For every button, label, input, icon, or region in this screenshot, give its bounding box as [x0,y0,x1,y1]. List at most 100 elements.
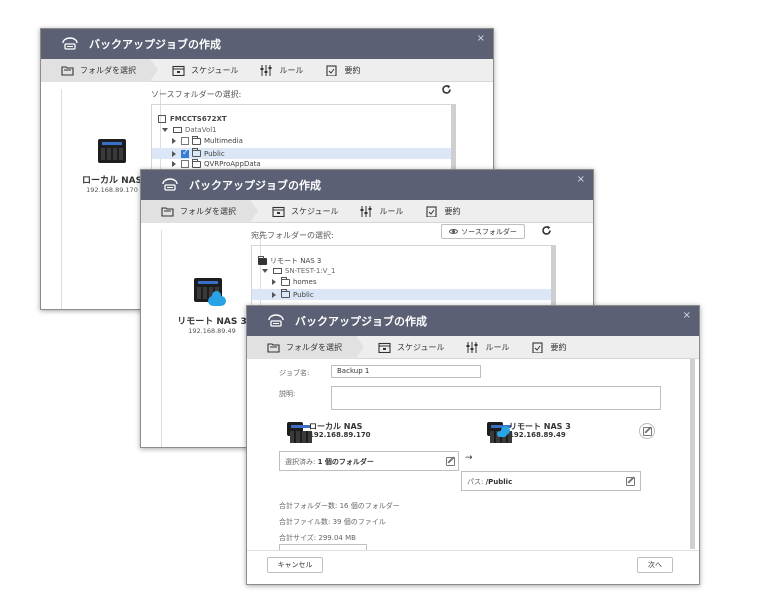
eye-icon [449,229,459,234]
folder-checkbox[interactable] [181,137,189,145]
source-folder-button-label: ソースフォルダー [461,228,517,236]
nas-small-icon [158,115,166,123]
tree-item-selected[interactable]: Public [252,289,552,300]
refresh-icon[interactable] [541,225,552,239]
volume-icon [273,268,282,274]
close-icon[interactable]: × [683,310,691,321]
backup-app-icon [267,314,285,328]
local-nas-ip: 192.168.89.170 [309,431,371,439]
path-label: パス: [467,478,484,486]
step-select-folder[interactable]: フォルダを選択 [41,58,158,82]
tree-item[interactable]: QVRProAppData [172,158,261,168]
step-label: ルール [485,342,510,352]
description-label: 説明: [279,390,296,398]
expand-icon[interactable] [272,279,276,285]
remote-nas-ip: 192.168.89.49 [509,431,566,439]
tree-volume-label: DataVol1 [185,126,217,134]
selected-label: 選択済み: [285,458,316,466]
tree-volume-label: SN-TEST-1:V_1 [285,267,336,275]
step-select-folder[interactable]: フォルダを選択 [141,199,258,223]
folder-icon [192,148,201,157]
step-summary[interactable]: 要約 [425,200,460,223]
folder-checkbox-checked[interactable] [181,148,189,158]
expand-icon[interactable] [272,291,276,298]
step-summary[interactable]: 要約 [325,59,360,82]
calendar-icon [272,206,285,217]
tree-item-label: homes [293,278,317,286]
sliders-icon [360,205,373,217]
cloud-icon [497,426,510,437]
screenshot-stage: バックアップジョブの作成 × フォルダを選択 スケジュール ルール 要約 ローカ… [0,0,771,608]
step-label: ルール [279,65,304,75]
close-icon[interactable]: × [477,33,485,44]
tree-item[interactable]: homes [272,276,317,286]
step-label: フォルダを選択 [180,206,236,216]
edit-remote-button[interactable] [639,423,655,439]
edit-icon[interactable] [626,477,635,486]
calendar-icon [172,65,185,76]
tree-item-label: Public [293,290,314,299]
tree-volume[interactable]: SN-TEST-1:V_1 [262,267,335,275]
step-schedule[interactable]: スケジュール [272,200,338,223]
dialog-title-bar: バックアップジョブの作成 × [247,306,699,336]
clipboard-icon [531,341,544,354]
expand-icon[interactable] [262,269,268,273]
step-select-folder[interactable]: フォルダを選択 [247,335,364,359]
folder-select-icon [267,342,280,353]
step-rule[interactable]: ルール [360,200,403,223]
wizard-steps: フォルダを選択 スケジュール ルール 要約 [41,58,493,82]
step-label: フォルダを選択 [80,65,136,75]
local-nas-icon [287,422,312,443]
selected-value: 1 個のフォルダー [317,458,374,466]
folder-icon [281,289,290,298]
step-summary[interactable]: 要約 [531,336,566,359]
total-size: 合計サイズ: 299.04 MB [279,534,356,542]
folder-checkbox[interactable] [181,160,189,168]
tree-root[interactable]: FMCCTS672XT [158,115,227,123]
tree-root[interactable]: リモート NAS 3 [258,255,322,266]
tree-root-label: リモート NAS 3 [270,257,322,265]
folder-icon [258,255,267,265]
edit-icon[interactable] [446,457,455,466]
clipboard-icon [325,64,338,77]
calendar-icon [378,342,391,353]
backup-app-icon [161,178,179,192]
close-icon[interactable]: × [577,174,585,185]
tree-item-label: QVRProAppData [204,160,261,168]
cancel-button[interactable]: キャンセル [267,557,323,573]
step-label: 要約 [550,342,567,352]
total-folders: 合計フォルダー数: 16 個のフォルダー [279,502,400,510]
expand-icon[interactable] [172,138,176,144]
tree-item-label: Public [204,149,225,158]
step-label: スケジュール [397,342,445,352]
refresh-icon[interactable] [441,84,452,98]
dialog-scrollbar[interactable] [690,359,695,549]
expand-icon[interactable] [162,128,168,132]
step-schedule[interactable]: スケジュール [378,336,444,359]
tree-item[interactable]: Multimedia [172,135,243,145]
step-rule[interactable]: ルール [260,59,303,82]
tree-item-label: Multimedia [204,137,243,145]
arrow-icon: → [465,453,473,463]
wizard-steps: フォルダを選択 スケジュール ルール 要約 [141,199,593,223]
dialog-title: バックアップジョブの作成 [295,315,427,328]
tree-volume[interactable]: DataVol1 [162,126,217,134]
step-label: ルール [379,206,404,216]
folder-icon [192,135,201,145]
tree-item-selected[interactable]: Public [152,148,452,159]
sliders-icon [466,341,479,353]
dialog-title: バックアップジョブの作成 [189,179,321,192]
description-input[interactable] [331,386,661,410]
job-name-input[interactable]: Backup 1 [331,365,481,378]
cloud-icon [208,291,226,306]
next-button[interactable]: 次へ [637,557,673,573]
step-label: スケジュール [291,206,339,216]
source-folder-button[interactable]: ソースフォルダー [441,224,525,239]
expand-icon[interactable] [172,161,176,167]
step-schedule[interactable]: スケジュール [172,59,238,82]
expand-icon[interactable] [172,150,176,157]
folder-select-icon [161,206,174,217]
total-files: 合計ファイル数: 39 個のファイル [279,518,386,526]
folder-icon [281,276,290,286]
step-rule[interactable]: ルール [466,336,509,359]
